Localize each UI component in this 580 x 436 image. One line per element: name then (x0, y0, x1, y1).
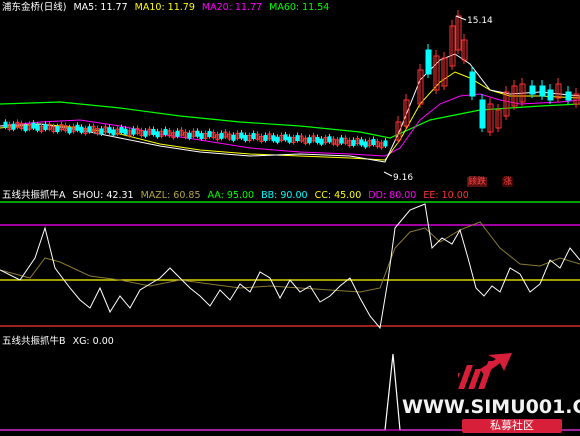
signal-tag-drop: 顾跌 (467, 177, 488, 187)
candle (187, 132, 192, 139)
candle (315, 136, 320, 143)
shou-line (0, 203, 580, 330)
watermark-logo-icon (458, 353, 512, 389)
candle (35, 124, 40, 131)
kline-chart[interactable]: 15.14 9.16 (0, 0, 580, 188)
candle (219, 132, 224, 139)
indicator-b-title: 五线共振抓牛B (2, 336, 66, 347)
candle (155, 131, 160, 138)
candle (239, 132, 244, 139)
bb-label: BB: 90.00 (261, 190, 308, 201)
dd-label: DD: 80.00 (368, 190, 417, 201)
candle (383, 140, 388, 147)
indicator-a-title: 五线共振抓牛A (2, 190, 66, 201)
ee-label: EE: 10.00 (423, 190, 469, 201)
candle (75, 124, 80, 131)
kline-panel[interactable]: 15.14 9.16 浦东金桥(日线) MA5: 11.77 MA10: 11.7… (0, 0, 580, 188)
ma5-label: MA5: 11.77 (73, 2, 128, 13)
candle (425, 49, 432, 75)
candle (79, 126, 84, 133)
candle (151, 128, 156, 135)
candle (123, 128, 128, 135)
candle (359, 139, 364, 146)
candle (287, 136, 292, 143)
candle (275, 136, 280, 143)
candle (11, 123, 16, 130)
low-price-label: 9.16 (393, 173, 413, 183)
candle (87, 126, 92, 133)
candle (479, 99, 486, 129)
candle (243, 134, 248, 141)
candle (319, 138, 324, 145)
mazl-label: MAZL: 60.85 (140, 190, 201, 201)
candle (107, 127, 112, 134)
candle (175, 130, 180, 137)
candle (199, 133, 204, 140)
cc-label: CC: 45.00 (314, 190, 362, 201)
candle (351, 139, 356, 146)
candle (99, 128, 104, 135)
candle (283, 134, 288, 141)
candle (143, 130, 148, 137)
indicator-a-panel[interactable]: 五线共振抓牛A SHOU: 42.31 MAZL: 60.85 AA: 95.0… (0, 188, 580, 334)
candle (111, 129, 116, 136)
candle (529, 85, 536, 95)
candle (131, 128, 136, 135)
candle (371, 139, 376, 146)
candle (363, 141, 368, 148)
watermark-text: WWW.SIMU001.CN (402, 396, 580, 418)
ma60-label: MA60: 11.54 (269, 2, 330, 13)
indicator-b-header: 五线共振抓牛B XG: 0.00 (2, 336, 118, 347)
candle (539, 85, 546, 97)
candle (469, 71, 476, 97)
kline-header: 浦东金桥(日线) MA5: 11.77 MA10: 11.79 MA20: 11… (2, 2, 333, 13)
aa-label: AA: 95.00 (207, 190, 255, 201)
high-price-label: 15.14 (467, 16, 493, 26)
candle (251, 133, 256, 140)
signal-tag-rise: 涨 (502, 177, 514, 187)
candle (231, 134, 236, 141)
candle (31, 122, 36, 129)
indicator-a-chart[interactable] (0, 188, 580, 334)
candle (3, 121, 8, 128)
candle (263, 135, 268, 142)
xg-label: XG: 0.00 (72, 336, 114, 347)
candle (339, 137, 344, 144)
shou-label: SHOU: 42.31 (72, 190, 134, 201)
ma20-label: MA20: 11.77 (201, 2, 263, 13)
candle (307, 137, 312, 144)
candle (119, 127, 124, 134)
candle (271, 135, 276, 142)
ma10-label: MA10: 11.79 (134, 2, 195, 13)
watermark-subtitle: 私募社区 (462, 419, 562, 433)
candle (327, 136, 332, 143)
mazl-line (0, 221, 580, 293)
indicator-a-header: 五线共振抓牛A SHOU: 42.31 MAZL: 60.85 AA: 95.0… (2, 190, 473, 201)
candle (163, 128, 168, 135)
candle (23, 125, 28, 132)
candle (565, 91, 572, 101)
stock-title: 浦东金桥(日线) (2, 2, 67, 13)
low-marker-line (383, 171, 393, 177)
candle (295, 135, 300, 142)
candle (207, 130, 212, 137)
candle (55, 126, 60, 133)
candle (67, 127, 72, 134)
candle (195, 130, 200, 137)
candle (43, 123, 48, 130)
candle (547, 89, 554, 101)
